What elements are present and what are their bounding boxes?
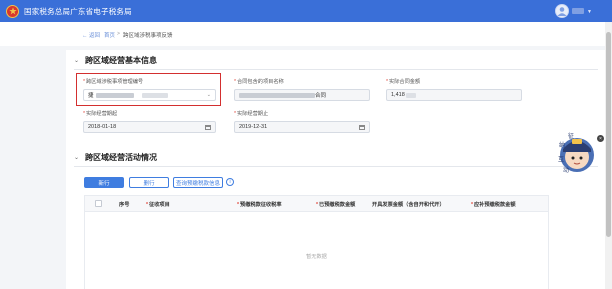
user-avatar-icon[interactable]	[555, 4, 569, 18]
interaction-mascot-icon[interactable]: 纳 互 动 征	[555, 131, 599, 177]
section-basic-info-header[interactable]: ⌄ 跨区域经营基本信息	[74, 55, 157, 66]
mascot-label: 纳	[559, 141, 565, 149]
close-icon[interactable]: ×	[597, 135, 604, 142]
query-prepaid-tax-button[interactable]: 查询预缴税款信息	[173, 177, 223, 188]
end-date-label: *实际经营期止	[234, 111, 269, 117]
end-date-value: 2019-12-31	[239, 124, 268, 130]
calendar-icon	[205, 125, 211, 130]
redacted-text	[239, 92, 315, 98]
select-all-checkbox[interactable]	[95, 200, 102, 207]
contract-amount-label: *实际合同金额	[386, 79, 421, 85]
start-date-picker[interactable]: 2018-01-18	[83, 121, 216, 133]
contract-name-field: 合同	[234, 89, 370, 101]
top-header-bar: 国家税务总局广东省电子税务局	[0, 0, 612, 22]
page-scrollbar[interactable]	[605, 22, 612, 289]
mascot-label: 动	[563, 167, 569, 174]
highlight-annotation-box	[76, 73, 221, 106]
column-header-index: 序号	[119, 202, 130, 208]
delete-row-button[interactable]: 删行	[129, 177, 169, 188]
breadcrumb-separator: >	[117, 31, 120, 37]
section-activity-header[interactable]: ⌄ 跨区域经营活动情况	[74, 152, 157, 163]
chevron-down-icon[interactable]: ⌄	[74, 154, 79, 161]
contract-amount-value: 1,418	[391, 92, 405, 98]
breadcrumb-bar: ← 返回 首页 > 跨区域涉税事项反馈	[0, 22, 605, 46]
activity-table: 序号 *征收项目 *预缴税款征收税率 *已预缴税款金额 开具发票金额（含自开和代…	[84, 195, 549, 289]
tax-emblem-logo	[6, 4, 19, 18]
breadcrumb-current: 跨区域涉税事项反馈	[123, 33, 173, 39]
user-name-redacted[interactable]	[572, 8, 584, 14]
chevron-down-icon[interactable]: ▼	[587, 9, 592, 15]
contract-name-label: *合同包含的项目名称	[234, 79, 284, 85]
section-divider	[74, 166, 598, 167]
start-date-value: 2018-01-18	[88, 124, 117, 130]
table-header-row: 序号 *征收项目 *预缴税款征收税率 *已预缴税款金额 开具发票金额（含自开和代…	[85, 196, 548, 212]
column-header-tax-rate: *预缴税款征收税率	[237, 202, 282, 208]
column-header-invoice-amount: 开具发票金额（含自开和代开）	[372, 202, 445, 208]
section-basic-info-title: 跨区域经营基本信息	[85, 56, 158, 65]
site-title: 国家税务总局广东省电子税务局	[24, 6, 132, 16]
redacted-text	[405, 92, 416, 98]
scrollbar-thumb[interactable]	[606, 32, 611, 237]
add-row-button[interactable]: 新行	[84, 177, 124, 188]
calendar-icon	[359, 125, 365, 130]
section-divider	[74, 69, 598, 70]
column-header-supplement-amount: *应补预缴税款金额	[471, 202, 516, 208]
chevron-down-icon[interactable]: ⌄	[74, 57, 79, 64]
section-activity-title: 跨区域经营活动情况	[85, 153, 158, 162]
mascot-label: 互	[558, 156, 564, 163]
contract-amount-field: 1,418	[386, 89, 522, 101]
column-header-prepaid-amount: *已预缴税款金额	[316, 202, 356, 208]
mascot-label: 征	[568, 132, 574, 140]
contract-name-value: 合同	[315, 93, 327, 99]
back-link[interactable]: ← 返回	[82, 31, 100, 39]
end-date-picker[interactable]: 2019-12-31	[234, 121, 370, 133]
empty-state-text: 暂无数据	[306, 254, 327, 260]
column-header-tax-item: *征收项目	[146, 202, 170, 208]
start-date-label: *实际经营期起	[83, 111, 118, 117]
breadcrumb-home[interactable]: 首页	[104, 31, 115, 39]
info-icon[interactable]: i	[226, 178, 234, 186]
